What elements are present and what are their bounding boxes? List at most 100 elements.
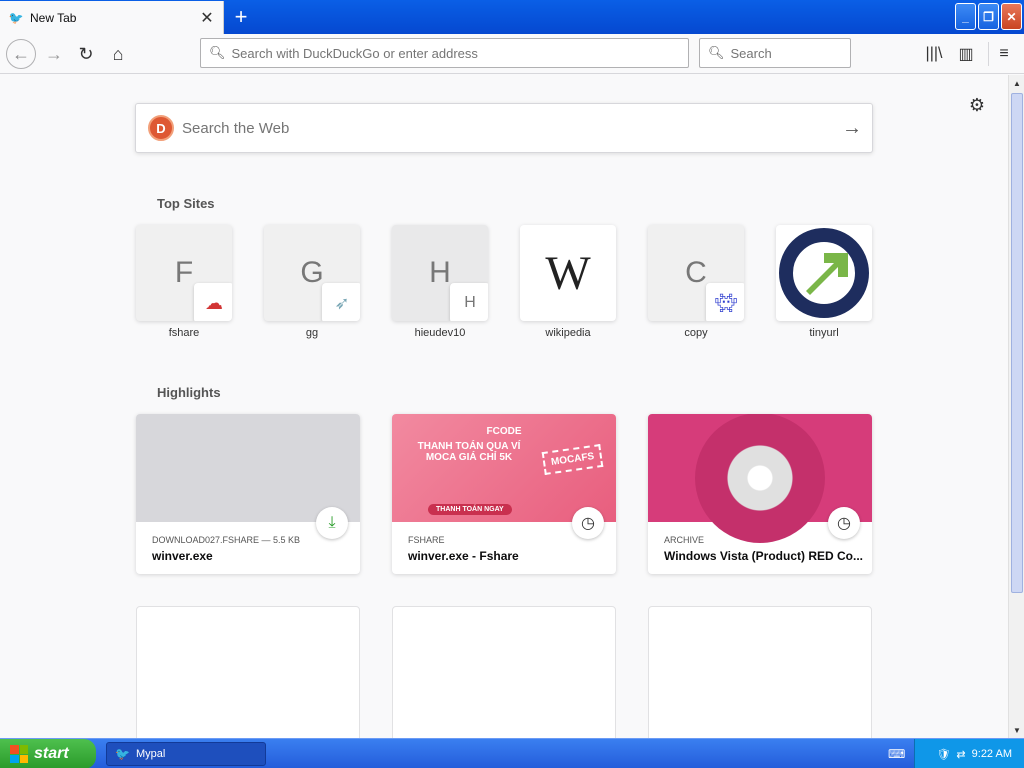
site-label: tinyurl (809, 327, 839, 339)
tab-title: New Tab (30, 10, 77, 25)
promo-headline: THANH TOÁN QUA VÍ MOCA GIÁ CHỈ 5K (417, 441, 521, 463)
card-title: Windows Vista (Product) RED Co... (664, 549, 864, 563)
card-thumbnail: FCODE THANH TOÁN QUA VÍ MOCA GIÁ CHỈ 5K … (392, 414, 616, 522)
back-button[interactable]: ← (6, 39, 36, 69)
placeholder-card (648, 606, 872, 738)
sidebar-icon[interactable]: ▥ (952, 40, 980, 68)
library-icon[interactable]: |||\ (920, 40, 948, 68)
search-icon: 🔍︎ (708, 45, 725, 60)
task-label: Mypal (135, 748, 166, 760)
vertical-scrollbar[interactable]: ▲ ▼ (1008, 75, 1024, 738)
url-bar[interactable]: 🔍︎ (200, 38, 689, 68)
site-letter: G (300, 256, 324, 289)
site-tile[interactable]: F ☁ (136, 225, 232, 321)
wikipedia-logo-icon: W (545, 246, 591, 300)
card-meta: DOWNLOAD027.FSHARE — 5.5 KB (152, 535, 301, 545)
reload-button[interactable]: ↻ (72, 40, 100, 68)
site-letter: F (174, 256, 194, 289)
menu-icon[interactable]: ≡ (990, 40, 1018, 68)
highlights-placeholder-row (136, 606, 872, 738)
security-shield-icon[interactable]: 🛡︎ (936, 748, 950, 761)
site-letter: H (429, 256, 451, 289)
highlight-card[interactable]: FCODE THANH TOÁN QUA VÍ MOCA GIÁ CHỈ 5K … (392, 414, 616, 574)
start-label: start (34, 745, 69, 762)
highlights-heading: Highlights (157, 385, 221, 400)
download-icon: ⤓ (316, 507, 348, 539)
site-label: copy (684, 327, 708, 339)
promo-title: FCODE (486, 426, 522, 437)
keyboard-icon[interactable]: ⌨ (888, 747, 905, 761)
gear-icon[interactable]: ⚙ (966, 94, 988, 116)
restore-button[interactable]: ❐ (978, 3, 999, 30)
web-search-box[interactable]: D → (135, 103, 873, 153)
clock-icon: ◷ (828, 507, 860, 539)
scrollbar-thumb[interactable] (1011, 93, 1023, 593)
placeholder-card (392, 606, 616, 738)
top-site-gg[interactable]: G ➶ gg (264, 225, 360, 339)
home-button[interactable]: ⌂ (104, 40, 132, 68)
top-sites-grid: F ☁ fshare G ➶ gg H H hieudev10 W wikipe… (136, 225, 872, 339)
card-thumbnail (648, 414, 872, 543)
site-tile[interactable]: C 👾︎ (648, 225, 744, 321)
taskbar-item-mypal[interactable]: 🐦 Mypal (106, 742, 266, 766)
windows-logo-icon (10, 745, 28, 763)
taskbar: start 🐦 Mypal ⌨ 🛡︎ ⇄ 9:22 AM (0, 738, 1024, 768)
new-tab-page: ⚙ D → Top Sites F ☁ fshare G ➶ gg H H hi (0, 75, 1008, 738)
duckduckgo-logo-icon: D (148, 115, 174, 141)
toolbar-separator (988, 42, 989, 66)
highlight-card[interactable]: ⤓ DOWNLOAD027.FSHARE — 5.5 KB winver.exe (136, 414, 360, 574)
promo-code: MOCAFS (541, 443, 604, 476)
forward-button[interactable]: → (40, 40, 68, 68)
navigation-bar: ← → ↻ ⌂ 🔍︎ 🔍︎ |||\ ▥ ≡ (0, 34, 1024, 74)
card-meta: FSHARE (408, 535, 445, 545)
network-icon[interactable]: ⇄ (956, 748, 965, 761)
mypal-icon: 🐦 (115, 747, 130, 761)
site-label: wikipedia (545, 327, 591, 339)
close-tab-icon[interactable]: ✕ (197, 8, 217, 28)
scroll-up-icon[interactable]: ▲ (1009, 75, 1024, 91)
top-site-wikipedia[interactable]: W wikipedia (520, 225, 616, 339)
site-letter: C (685, 256, 707, 289)
url-input[interactable] (231, 45, 688, 61)
clock[interactable]: 9:22 AM (972, 748, 1012, 760)
search-bar[interactable]: 🔍︎ (699, 38, 907, 68)
top-sites-heading: Top Sites (157, 196, 215, 211)
cloud-share-icon: ☁ (194, 283, 232, 321)
highlight-card[interactable]: ◷ ARCHIVE Windows Vista (Product) RED Co… (648, 414, 872, 574)
site-tile[interactable]: G ➶ (264, 225, 360, 321)
card-thumbnail (136, 414, 360, 522)
site-badge-letter: H (450, 283, 488, 321)
placeholder-card (136, 606, 360, 738)
top-site-fshare[interactable]: F ☁ fshare (136, 225, 232, 339)
top-site-hieudev10[interactable]: H H hieudev10 (392, 225, 488, 339)
site-label: fshare (168, 327, 200, 339)
site-tile[interactable]: W (520, 225, 616, 321)
clock-icon: ◷ (572, 507, 604, 539)
system-tray: 🛡︎ ⇄ 9:22 AM (914, 739, 1024, 768)
minimize-button[interactable]: _ (955, 3, 976, 30)
site-label: gg (305, 327, 319, 339)
search-icon: 🔍︎ (209, 45, 226, 60)
web-search-input[interactable] (182, 119, 832, 137)
arrow-right-icon[interactable]: → (832, 117, 872, 140)
top-site-copy[interactable]: C 👾︎ copy (648, 225, 744, 339)
cursor-arrow-icon: ➶ (322, 283, 360, 321)
mypal-icon: 🐦 (8, 10, 24, 25)
scroll-down-icon[interactable]: ▼ (1009, 722, 1024, 738)
site-tile[interactable] (776, 225, 872, 321)
card-meta: ARCHIVE (664, 535, 705, 545)
space-invader-icon: 👾︎ (706, 283, 744, 321)
start-button[interactable]: start (0, 739, 96, 768)
site-label: hieudev10 (414, 327, 466, 339)
tab-new-tab[interactable]: 🐦 New Tab ✕ (0, 1, 224, 34)
card-title: winver.exe - Fshare (408, 549, 519, 563)
title-bar: 🐦 New Tab ✕ + _ ❐ ✕ (0, 0, 1024, 34)
new-tab-button[interactable]: + (228, 4, 254, 30)
promo-button: THANH TOÁN NGAY (428, 504, 512, 515)
window-controls: _ ❐ ✕ (955, 3, 1022, 30)
search-input[interactable] (730, 45, 907, 61)
close-window-button[interactable]: ✕ (1001, 3, 1022, 30)
top-site-tinyurl[interactable]: tinyurl (776, 225, 872, 339)
highlights-grid: ⤓ DOWNLOAD027.FSHARE — 5.5 KB winver.exe… (136, 414, 872, 574)
site-tile[interactable]: H H (392, 225, 488, 321)
